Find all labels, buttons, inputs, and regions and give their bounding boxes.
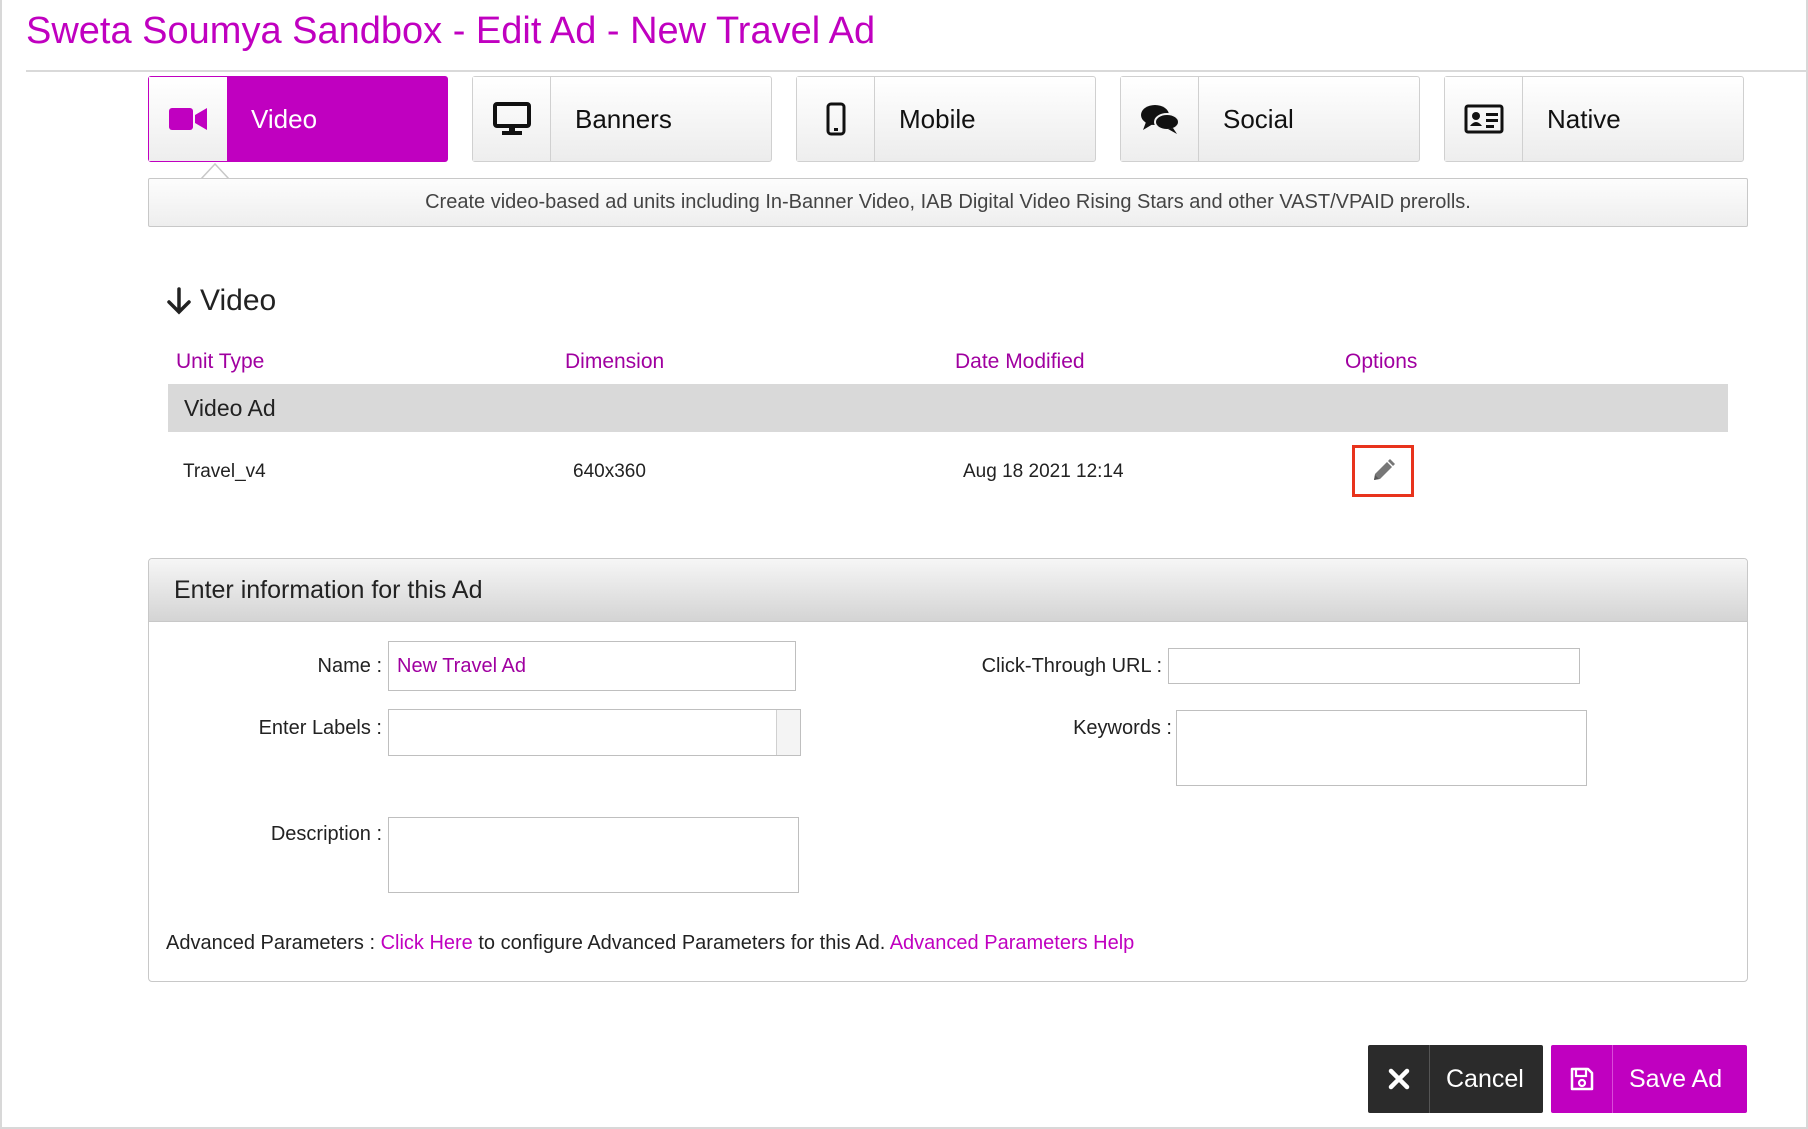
panel-title: Enter information for this Ad [149, 559, 1747, 622]
click-through-url-label: Click-Through URL : [981, 655, 1162, 677]
floppy-disk-icon [1551, 1045, 1613, 1113]
tab-banners[interactable]: Banners [472, 76, 772, 162]
labels-label: Enter Labels : [258, 717, 382, 739]
tab-description: Create video-based ad units including In… [148, 178, 1748, 227]
description-textarea[interactable] [388, 817, 799, 893]
click-through-url-input[interactable] [1168, 648, 1580, 684]
tab-mobile-label: Mobile [899, 103, 976, 134]
advanced-parameters-middle: to configure Advanced Parameters for thi… [472, 932, 890, 954]
advanced-parameters-click-here-link[interactable]: Click Here [381, 932, 473, 954]
mobile-phone-icon [797, 77, 875, 161]
advanced-parameters-prefix: Advanced Parameters : [166, 932, 381, 954]
labels-scrollbar[interactable] [776, 710, 800, 755]
page-title: Sweta Soumya Sandbox - Edit Ad - New Tra… [26, 10, 876, 52]
chat-bubbles-icon [1121, 77, 1199, 161]
pencil-icon [1374, 459, 1395, 480]
section-title: Video [200, 284, 277, 317]
save-ad-button-label: Save Ad [1629, 1064, 1723, 1093]
tab-video[interactable]: Video [148, 76, 448, 162]
cell-unit-type: Travel_v4 [183, 461, 266, 482]
close-icon [1368, 1045, 1430, 1113]
cancel-button[interactable]: Cancel [1368, 1045, 1543, 1113]
active-tab-pointer [201, 163, 229, 179]
advanced-parameters-text: Advanced Parameters : Click Here to conf… [166, 932, 1134, 955]
advanced-parameters-help-link[interactable]: Advanced Parameters Help [890, 932, 1135, 954]
tab-native-label: Native [1547, 103, 1621, 134]
name-label: Name : [317, 655, 382, 677]
id-card-icon [1445, 77, 1523, 161]
tab-native[interactable]: Native [1444, 76, 1744, 162]
title-divider [26, 70, 1808, 72]
column-header-options: Options [1345, 350, 1418, 373]
save-ad-button[interactable]: Save Ad [1551, 1045, 1747, 1113]
arrow-down-icon [167, 287, 191, 315]
section-toggle-video[interactable]: Video [166, 284, 276, 318]
description-label: Description : [270, 823, 382, 845]
table-group-row: Video Ad [168, 384, 1728, 432]
edit-unit-button[interactable] [1352, 445, 1414, 497]
cell-dimension: 640x360 [573, 461, 646, 482]
keywords-textarea[interactable] [1176, 710, 1587, 786]
column-header-date-modified: Date Modified [955, 350, 1085, 373]
labels-input[interactable] [388, 709, 801, 756]
tab-banners-label: Banners [575, 103, 672, 134]
tab-social[interactable]: Social [1120, 76, 1420, 162]
column-header-unit-type: Unit Type [176, 350, 265, 373]
name-input[interactable] [388, 641, 796, 691]
tab-mobile[interactable]: Mobile [796, 76, 1096, 162]
ad-type-tabs: Video Banners Mobile Social Native [148, 76, 1748, 162]
video-camera-icon [149, 77, 227, 161]
cancel-button-label: Cancel [1446, 1064, 1524, 1093]
keywords-label: Keywords : [1073, 717, 1172, 739]
tab-social-label: Social [1223, 103, 1294, 134]
monitor-icon [473, 77, 551, 161]
cell-date-modified: Aug 18 2021 12:14 [963, 461, 1124, 482]
column-header-dimension: Dimension [565, 350, 665, 373]
tab-video-label: Video [227, 77, 447, 161]
